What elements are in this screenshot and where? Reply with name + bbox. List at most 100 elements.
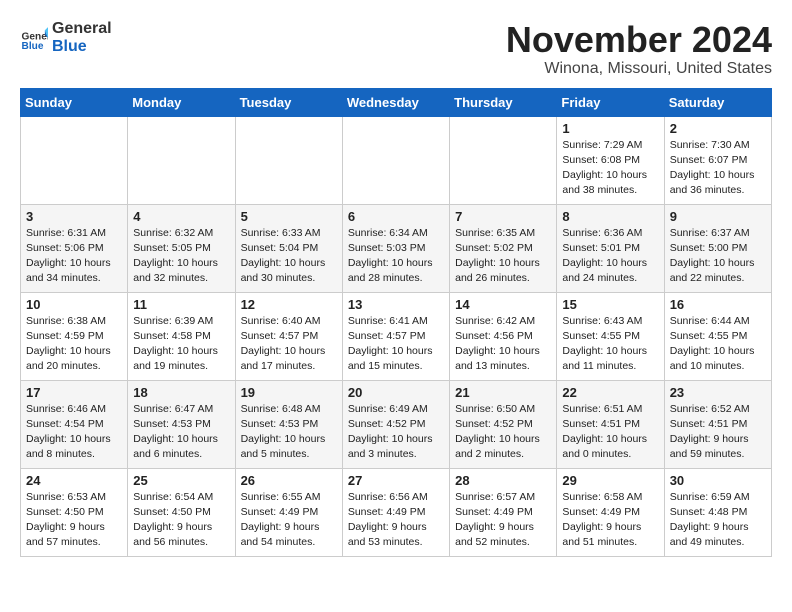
calendar-cell: 18Sunrise: 6:47 AM Sunset: 4:53 PM Dayli… xyxy=(128,380,235,468)
day-number: 19 xyxy=(241,385,337,400)
day-number: 22 xyxy=(562,385,658,400)
day-number: 12 xyxy=(241,297,337,312)
calendar-cell: 22Sunrise: 6:51 AM Sunset: 4:51 PM Dayli… xyxy=(557,380,664,468)
calendar-cell xyxy=(128,116,235,204)
day-number: 20 xyxy=(348,385,444,400)
day-number: 7 xyxy=(455,209,551,224)
day-number: 13 xyxy=(348,297,444,312)
day-info: Sunrise: 6:53 AM Sunset: 4:50 PM Dayligh… xyxy=(26,490,122,551)
location-subtitle: Winona, Missouri, United States xyxy=(506,60,772,78)
day-info: Sunrise: 6:46 AM Sunset: 4:54 PM Dayligh… xyxy=(26,402,122,463)
calendar-cell: 8 Sunrise: 6:36 AM Sunset: 5:01 PM Daylig… xyxy=(557,204,664,292)
day-number: 4 xyxy=(133,209,229,224)
logo: General Blue General Blue xyxy=(20,20,112,56)
logo-general: General xyxy=(52,20,112,37)
calendar-cell: 10 Sunrise: 6:38 AM Sunset: 4:59 PM Dayli… xyxy=(21,292,128,380)
day-number: 2 xyxy=(670,121,766,136)
day-info: Sunrise: 6:55 AM Sunset: 4:49 PM Dayligh… xyxy=(241,490,337,551)
calendar-cell: 4Sunrise: 6:32 AM Sunset: 5:05 PM Daylig… xyxy=(128,204,235,292)
calendar-cell: 2 Sunrise: 7:30 AM Sunset: 6:07 PM Daylig… xyxy=(664,116,771,204)
calendar-week-4: 17 Sunrise: 6:46 AM Sunset: 4:54 PM Dayli… xyxy=(21,380,772,468)
day-info: Sunrise: 6:40 AM Sunset: 4:57 PM Dayligh… xyxy=(241,314,337,375)
day-info: Sunrise: 6:48 AM Sunset: 4:53 PM Dayligh… xyxy=(241,402,337,463)
calendar-header-thursday: Thursday xyxy=(450,88,557,116)
calendar-cell: 13 Sunrise: 6:41 AM Sunset: 4:57 PM Dayli… xyxy=(342,292,449,380)
day-info: Sunrise: 6:44 AM Sunset: 4:55 PM Dayligh… xyxy=(670,314,766,375)
day-number: 6 xyxy=(348,209,444,224)
day-number: 29 xyxy=(562,473,658,488)
calendar-cell: 25Sunrise: 6:54 AM Sunset: 4:50 PM Dayli… xyxy=(128,468,235,556)
calendar-header-saturday: Saturday xyxy=(664,88,771,116)
logo-blue: Blue xyxy=(52,38,87,55)
calendar-cell xyxy=(21,116,128,204)
day-number: 24 xyxy=(26,473,122,488)
calendar-header-row: SundayMondayTuesdayWednesdayThursdayFrid… xyxy=(21,88,772,116)
day-info: Sunrise: 6:58 AM Sunset: 4:49 PM Dayligh… xyxy=(562,490,658,551)
calendar: SundayMondayTuesdayWednesdayThursdayFrid… xyxy=(20,88,772,557)
calendar-header-monday: Monday xyxy=(128,88,235,116)
day-number: 30 xyxy=(670,473,766,488)
day-info: Sunrise: 6:31 AM Sunset: 5:06 PM Dayligh… xyxy=(26,226,122,287)
day-info: Sunrise: 7:30 AM Sunset: 6:07 PM Dayligh… xyxy=(670,138,766,199)
day-info: Sunrise: 6:49 AM Sunset: 4:52 PM Dayligh… xyxy=(348,402,444,463)
calendar-cell: 17 Sunrise: 6:46 AM Sunset: 4:54 PM Dayli… xyxy=(21,380,128,468)
calendar-cell: 3Sunrise: 6:31 AM Sunset: 5:06 PM Daylig… xyxy=(21,204,128,292)
day-number: 27 xyxy=(348,473,444,488)
day-info: Sunrise: 6:41 AM Sunset: 4:57 PM Dayligh… xyxy=(348,314,444,375)
day-info: Sunrise: 6:36 AM Sunset: 5:01 PM Dayligh… xyxy=(562,226,658,287)
calendar-cell: 24 Sunrise: 6:53 AM Sunset: 4:50 PM Dayli… xyxy=(21,468,128,556)
logo-icon: General Blue xyxy=(20,24,48,52)
calendar-cell: 15 Sunrise: 6:43 AM Sunset: 4:55 PM Dayli… xyxy=(557,292,664,380)
calendar-cell: 23 Sunrise: 6:52 AM Sunset: 4:51 PM Dayli… xyxy=(664,380,771,468)
title-area: November 2024 Winona, Missouri, United S… xyxy=(506,20,772,78)
calendar-header-sunday: Sunday xyxy=(21,88,128,116)
calendar-header-tuesday: Tuesday xyxy=(235,88,342,116)
calendar-cell: 26 Sunrise: 6:55 AM Sunset: 4:49 PM Dayli… xyxy=(235,468,342,556)
day-number: 18 xyxy=(133,385,229,400)
calendar-header-friday: Friday xyxy=(557,88,664,116)
calendar-cell xyxy=(450,116,557,204)
day-number: 1 xyxy=(562,121,658,136)
svg-text:Blue: Blue xyxy=(22,41,44,52)
day-number: 5 xyxy=(241,209,337,224)
day-number: 23 xyxy=(670,385,766,400)
logo-wordmark: General Blue xyxy=(52,20,112,56)
day-number: 16 xyxy=(670,297,766,312)
day-info: Sunrise: 6:39 AM Sunset: 4:58 PM Dayligh… xyxy=(133,314,229,375)
day-number: 10 xyxy=(26,297,122,312)
calendar-cell: 20 Sunrise: 6:49 AM Sunset: 4:52 PM Dayli… xyxy=(342,380,449,468)
day-number: 25 xyxy=(133,473,229,488)
calendar-cell: 27 Sunrise: 6:56 AM Sunset: 4:49 PM Dayli… xyxy=(342,468,449,556)
calendar-cell: 21 Sunrise: 6:50 AM Sunset: 4:52 PM Dayli… xyxy=(450,380,557,468)
calendar-cell: 19 Sunrise: 6:48 AM Sunset: 4:53 PM Dayli… xyxy=(235,380,342,468)
day-number: 15 xyxy=(562,297,658,312)
day-number: 9 xyxy=(670,209,766,224)
calendar-week-2: 3Sunrise: 6:31 AM Sunset: 5:06 PM Daylig… xyxy=(21,204,772,292)
calendar-cell: 11 Sunrise: 6:39 AM Sunset: 4:58 PM Dayli… xyxy=(128,292,235,380)
calendar-week-3: 10 Sunrise: 6:38 AM Sunset: 4:59 PM Dayli… xyxy=(21,292,772,380)
day-number: 14 xyxy=(455,297,551,312)
calendar-cell: 5Sunrise: 6:33 AM Sunset: 5:04 PM Daylig… xyxy=(235,204,342,292)
day-info: Sunrise: 6:42 AM Sunset: 4:56 PM Dayligh… xyxy=(455,314,551,375)
calendar-cell: 28Sunrise: 6:57 AM Sunset: 4:49 PM Dayli… xyxy=(450,468,557,556)
day-info: Sunrise: 6:52 AM Sunset: 4:51 PM Dayligh… xyxy=(670,402,766,463)
day-number: 26 xyxy=(241,473,337,488)
calendar-cell: 9Sunrise: 6:37 AM Sunset: 5:00 PM Daylig… xyxy=(664,204,771,292)
calendar-cell: 29 Sunrise: 6:58 AM Sunset: 4:49 PM Dayli… xyxy=(557,468,664,556)
day-info: Sunrise: 6:43 AM Sunset: 4:55 PM Dayligh… xyxy=(562,314,658,375)
day-number: 21 xyxy=(455,385,551,400)
day-info: Sunrise: 6:34 AM Sunset: 5:03 PM Dayligh… xyxy=(348,226,444,287)
month-title: November 2024 xyxy=(506,20,772,60)
day-number: 11 xyxy=(133,297,229,312)
calendar-cell: 7Sunrise: 6:35 AM Sunset: 5:02 PM Daylig… xyxy=(450,204,557,292)
day-info: Sunrise: 6:56 AM Sunset: 4:49 PM Dayligh… xyxy=(348,490,444,551)
day-number: 17 xyxy=(26,385,122,400)
day-info: Sunrise: 6:57 AM Sunset: 4:49 PM Dayligh… xyxy=(455,490,551,551)
day-info: Sunrise: 6:38 AM Sunset: 4:59 PM Dayligh… xyxy=(26,314,122,375)
day-number: 8 xyxy=(562,209,658,224)
calendar-cell: 14 Sunrise: 6:42 AM Sunset: 4:56 PM Dayli… xyxy=(450,292,557,380)
calendar-header-wednesday: Wednesday xyxy=(342,88,449,116)
header-area: General Blue General Blue November 2024 … xyxy=(20,20,772,78)
day-info: Sunrise: 7:29 AM Sunset: 6:08 PM Dayligh… xyxy=(562,138,658,199)
day-info: Sunrise: 6:50 AM Sunset: 4:52 PM Dayligh… xyxy=(455,402,551,463)
